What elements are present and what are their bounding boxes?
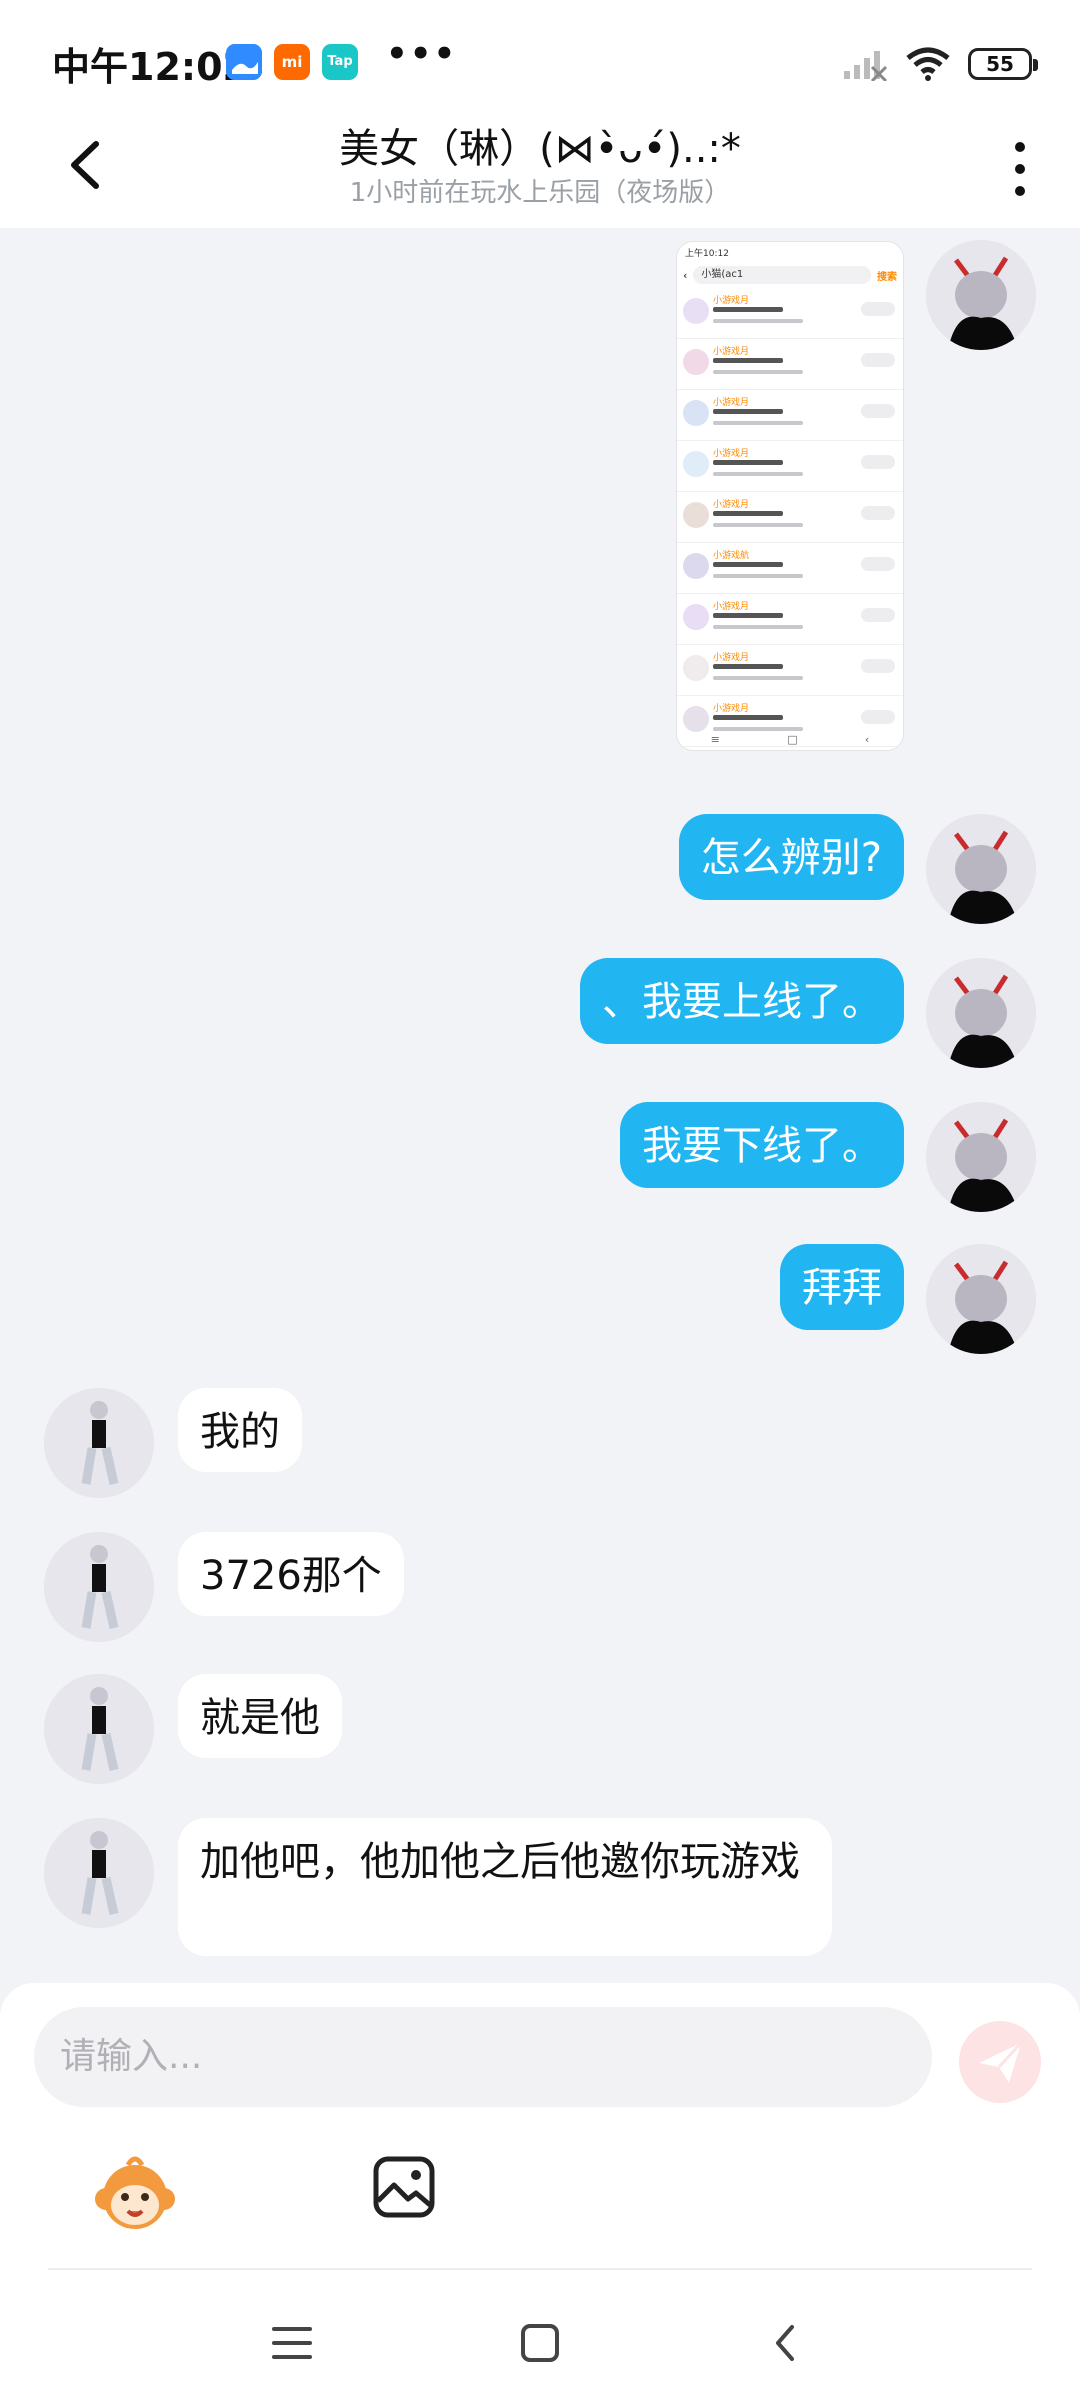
image-message[interactable]: 上午10:12 ‹ 小猫(ac1 搜索 小游戏月 小游戏月 小游戏月 小游戏月 … — [677, 242, 903, 750]
emoji-sticker-button[interactable] — [92, 2153, 178, 2239]
incoming-message[interactable]: 加他吧，他加他之后他邀你玩游戏 — [178, 1818, 832, 1956]
image-icon — [373, 2156, 435, 2218]
home-square-icon — [521, 2324, 559, 2362]
shot-status-time: 上午10:12 — [685, 249, 729, 259]
my-avatar[interactable] — [926, 240, 1036, 350]
outgoing-message[interactable]: 拜拜 — [780, 1244, 904, 1330]
shot-row: 小游戏月 — [677, 288, 903, 339]
battery-level: 55 — [986, 52, 1014, 76]
shot-nav: ≡ □ ‹ — [710, 732, 870, 746]
mi-store-icon: mi — [274, 44, 310, 80]
status-time: 中午12:02 — [52, 45, 249, 89]
contact-avatar[interactable] — [44, 1674, 154, 1784]
contact-avatar[interactable] — [44, 1532, 154, 1642]
shot-search-button: 搜索 — [877, 271, 897, 283]
send-button[interactable] — [959, 2021, 1041, 2103]
my-avatar[interactable] — [926, 1244, 1036, 1354]
status-bar: 中午12:02 mi Tap ••• 55 — [0, 0, 1080, 110]
shot-search-text: 小猫(ac1 — [693, 266, 871, 284]
shot-search-bar: ‹ 小猫(ac1 搜索 — [683, 264, 897, 286]
shot-row: 小游戏航 — [677, 543, 903, 594]
menu-icon — [272, 2327, 312, 2359]
back-triangle-icon — [776, 2325, 794, 2361]
divider — [48, 2268, 1032, 2270]
monkey-face-icon — [95, 2156, 175, 2229]
contact-avatar[interactable] — [44, 1818, 154, 1928]
contact-name: 美女（琳）(⋈•̀ᴗ•́)..:* — [339, 126, 741, 172]
chat-header: 美女（琳）(⋈•̀ᴗ•́)..:* 1小时前在玩水上乐园（夜场版） — [0, 110, 1080, 228]
shot-row: 小游戏月 — [677, 390, 903, 441]
my-avatar[interactable] — [926, 958, 1036, 1068]
shot-row: 小游戏月 — [677, 492, 903, 543]
composer-panel: 请输入... — [0, 1983, 1080, 2400]
wifi-icon — [906, 47, 950, 81]
incoming-message[interactable]: 就是他 — [178, 1674, 342, 1758]
my-avatar[interactable] — [926, 1102, 1036, 1212]
outgoing-message[interactable]: 我要下线了。 — [620, 1102, 904, 1188]
shot-row: 小游戏月 — [677, 594, 903, 645]
message-input[interactable]: 请输入... — [34, 2007, 932, 2107]
image-picker-button[interactable] — [372, 2155, 436, 2219]
more-options-button[interactable] — [1008, 134, 1032, 204]
contact-status: 1小时前在玩水上乐园（夜场版） — [349, 178, 731, 208]
nav-menu-button[interactable] — [262, 2313, 322, 2373]
incoming-message[interactable]: 我的 — [178, 1388, 302, 1472]
shot-row: 小游戏月 — [677, 339, 903, 390]
shot-row: 小游戏月 — [677, 645, 903, 696]
nav-home-button[interactable] — [510, 2313, 570, 2373]
outgoing-message[interactable]: 、我要上线了。 — [580, 958, 904, 1044]
signal-icon — [844, 51, 888, 81]
system-nav-bar — [0, 2283, 1080, 2400]
gallery-icon — [226, 44, 262, 80]
send-icon — [979, 2041, 1023, 2083]
my-avatar[interactable] — [926, 814, 1036, 924]
taptap-icon: Tap — [322, 44, 358, 80]
incoming-message[interactable]: 3726那个 — [178, 1532, 404, 1616]
battery-indicator: 55 — [968, 48, 1038, 80]
contact-avatar[interactable] — [44, 1388, 154, 1498]
more-vertical-icon — [1015, 142, 1025, 196]
nav-back-button[interactable] — [756, 2313, 816, 2373]
more-notifications-icon: ••• — [386, 34, 458, 74]
outgoing-message[interactable]: 怎么辨别? — [678, 814, 904, 900]
message-list[interactable]: 上午10:12 ‹ 小猫(ac1 搜索 小游戏月 小游戏月 小游戏月 小游戏月 … — [0, 228, 1080, 1983]
shot-row: 小游戏月 — [677, 441, 903, 492]
